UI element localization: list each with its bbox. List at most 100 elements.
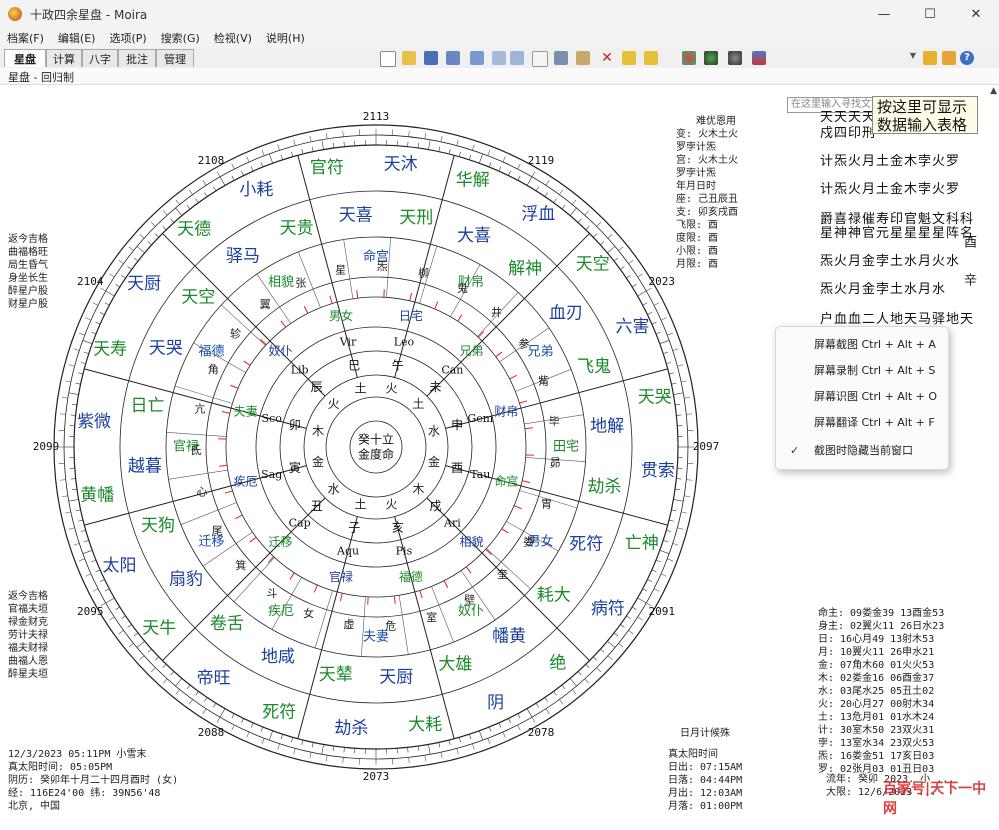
- new-file-icon[interactable]: [380, 51, 396, 67]
- data-entry-tooltip[interactable]: 按这里可显示 数据输入表格: [872, 96, 978, 134]
- tab-bazi[interactable]: 八字: [82, 49, 118, 67]
- scroll-up-arrow-icon[interactable]: ▲: [990, 86, 997, 96]
- sign-label: Pis: [396, 544, 413, 557]
- degree-tick: [620, 624, 625, 628]
- branch-label: 申: [451, 418, 463, 432]
- search-go-icon[interactable]: [923, 51, 937, 65]
- globe-icon[interactable]: [728, 51, 742, 65]
- red-tick: [522, 480, 531, 484]
- degree-tick: [469, 734, 472, 740]
- palace-label: 财帛: [494, 405, 518, 419]
- preview-icon[interactable]: [492, 51, 506, 65]
- outer-tick: [681, 511, 688, 514]
- degree-tick: [585, 664, 590, 669]
- undo-icon[interactable]: [622, 51, 636, 65]
- next-icon[interactable]: [942, 51, 956, 65]
- save-as-icon[interactable]: [446, 51, 460, 65]
- paste-icon[interactable]: [576, 51, 590, 65]
- star-column-row: 计炁火月土金木孛火罗: [820, 154, 961, 169]
- degree-tick: [133, 632, 139, 637]
- outer-star-label: 紫微: [77, 412, 111, 432]
- red-tick: [443, 580, 449, 589]
- menu-item-record[interactable]: 屏幕录制 Ctrl + Alt + S: [776, 359, 948, 383]
- menu-edit[interactable]: 编辑(E): [51, 30, 103, 46]
- menu-options[interactable]: 选项(P): [102, 30, 153, 46]
- tab-notes[interactable]: 批注: [118, 49, 156, 67]
- red-tick: [513, 505, 522, 510]
- tab-manage[interactable]: 管理: [156, 49, 194, 67]
- outer-star-label: 黄幡: [80, 486, 114, 506]
- branch-label: 丑: [311, 499, 323, 513]
- degree-tick: [301, 149, 304, 155]
- sun-moon-line: 日出: 07:15AM: [668, 762, 743, 773]
- info-line: 罗孛计炁: [676, 168, 716, 179]
- degree-tick: [620, 266, 625, 270]
- note-line: 曲福人恩: [8, 656, 48, 667]
- help-icon[interactable]: ?: [960, 51, 974, 65]
- wheel-icon[interactable]: [704, 51, 718, 65]
- degree-tick: [170, 671, 175, 676]
- outer-tick: [424, 132, 427, 139]
- degree-tick: [154, 233, 159, 238]
- menu-help[interactable]: 说明(H): [259, 30, 312, 46]
- chart-icon[interactable]: [682, 51, 696, 65]
- element-label: 木: [412, 482, 424, 496]
- redo-icon[interactable]: [644, 51, 658, 65]
- tab-calc[interactable]: 计算: [46, 49, 82, 67]
- house-label: 相貌: [268, 275, 294, 290]
- maximize-button[interactable]: ☐: [907, 0, 953, 28]
- degree-tick: [642, 588, 648, 592]
- save-icon[interactable]: [424, 51, 438, 65]
- red-tick: [465, 566, 472, 574]
- outer-tick: [325, 755, 328, 762]
- menu-item-translate[interactable]: 屏幕翻译 Ctrl + Alt + F: [776, 411, 948, 435]
- minimize-button[interactable]: —: [861, 0, 907, 28]
- close-button[interactable]: ✕: [953, 0, 999, 28]
- note-line: 身坐长生: [8, 273, 48, 284]
- outer-tick: [150, 667, 156, 673]
- cut-icon[interactable]: [554, 51, 568, 65]
- menu-file[interactable]: 档案(F): [0, 30, 51, 46]
- degree-tick: [428, 139, 431, 150]
- outer-tick: [686, 413, 693, 415]
- element-label: 金: [312, 454, 324, 469]
- copy-icon[interactable]: [532, 51, 548, 67]
- mansion-label: 角: [208, 363, 219, 376]
- menu-search[interactable]: 搜索(G): [154, 30, 207, 46]
- degree-tick: [569, 678, 577, 687]
- degree-tick: [607, 640, 616, 648]
- degree-tick: [186, 684, 191, 690]
- mid-star-label: 解神: [508, 259, 542, 279]
- print-icon[interactable]: [470, 51, 484, 65]
- outer-tick: [128, 246, 134, 251]
- degree-tick: [607, 246, 616, 254]
- window-icon[interactable]: [752, 51, 766, 65]
- tab-chart[interactable]: 星盘: [4, 49, 46, 67]
- delete-icon[interactable]: ✕: [600, 51, 614, 65]
- degree-tick: [407, 747, 409, 753]
- branch-label: 午: [392, 358, 404, 372]
- degree-tick: [78, 372, 84, 375]
- outer-star-label: 天空: [576, 255, 610, 275]
- red-tick: [224, 490, 233, 494]
- outer-tick: [681, 380, 688, 383]
- menu-item-ocr[interactable]: 屏幕识图 Ctrl + Alt + O: [776, 385, 948, 409]
- degree-tick: [204, 192, 208, 197]
- menu-item-screenshot[interactable]: 屏幕截图 Ctrl + Alt + A: [776, 333, 948, 357]
- menu-view[interactable]: 检视(V): [207, 30, 259, 46]
- degree-tick: [121, 615, 126, 619]
- open-folder-icon[interactable]: [402, 51, 416, 65]
- branch-label: 戌: [429, 499, 441, 513]
- title-bar: 十政四余星盘 - Moira — ☐ ✕: [0, 0, 999, 28]
- search-dropdown-chevron-icon[interactable]: ▼: [906, 51, 920, 65]
- mansion-label: 亢: [194, 402, 205, 416]
- menu-item-hide-window[interactable]: ✓ 截图时隐藏当前窗口: [776, 439, 948, 463]
- element-label: 土: [412, 397, 424, 411]
- outer-tick: [73, 543, 80, 546]
- export-icon[interactable]: [510, 51, 524, 65]
- degree-tick: [71, 488, 77, 491]
- degree-tick: [517, 713, 521, 719]
- mansion-spoke: [361, 596, 366, 657]
- degree-tick: [526, 176, 533, 186]
- outer-tick: [424, 755, 427, 762]
